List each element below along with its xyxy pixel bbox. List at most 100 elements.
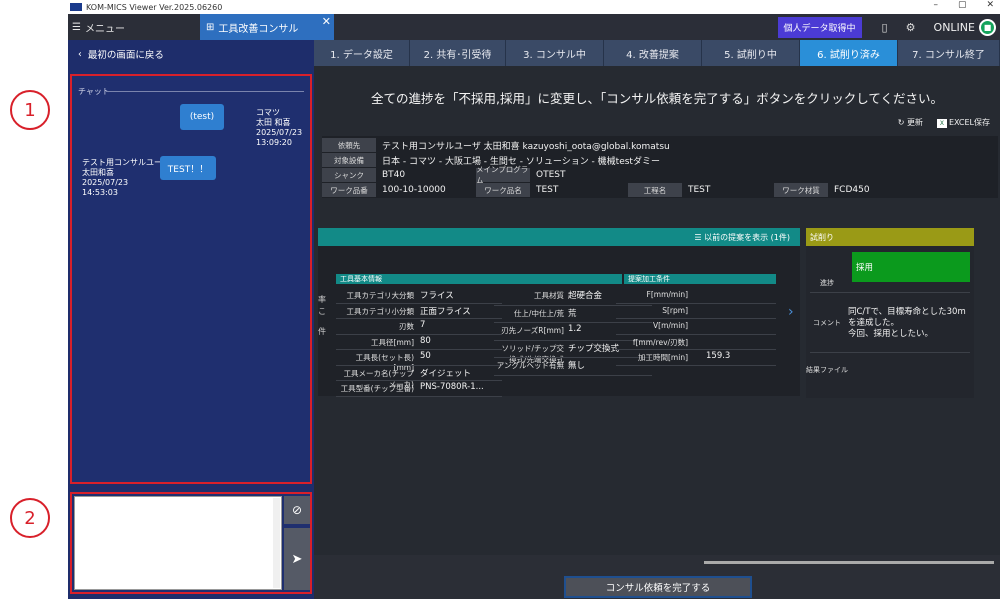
work-number-value: 100-10-10000 <box>382 185 446 195</box>
send-icon: ➤ <box>291 551 303 567</box>
chat-input-scrollbar[interactable] <box>273 498 280 588</box>
chat-name-1: 太田 和喜 <box>256 118 291 127</box>
tab-tool-consult-label: 工具改善コンサル <box>218 23 299 35</box>
basic-left-row-value: フライス <box>420 291 454 301</box>
client-value: テスト用コンサルユーザ 太田和喜 kazuyoshi_oota@global.k… <box>382 141 670 152</box>
chat-time-2: 14:53:03 <box>82 188 118 197</box>
basic-left-row-value: PNS-7080R-1... <box>420 382 484 392</box>
basic-right-row-label: 仕上/中仕上/荒 <box>513 308 564 318</box>
window-titlebar: KOM-MICS Viewer Ver.2025.06260 – ▢ ✕ <box>68 0 1000 14</box>
tab-menu-label: メニュー <box>84 23 125 35</box>
personal-data-button[interactable]: 個人データ取得中 <box>777 16 862 38</box>
trial-header: 試削り <box>806 228 974 246</box>
step-2: 2. 共有･引受待 <box>410 40 506 66</box>
cond-row-divider <box>616 364 776 366</box>
work-name-label: ワーク品名 <box>476 183 530 197</box>
step-6: 6. 試削り済み <box>800 40 898 66</box>
chat-date-1: 2025/07/23 <box>256 128 303 137</box>
refresh-label: 更新 <box>906 118 923 127</box>
step-4: 4. 改善提案 <box>604 40 702 66</box>
cond-row-divider <box>616 318 776 319</box>
chat-input-panel: ⊘ ➤ <box>70 492 312 594</box>
main-program-value: OTEST <box>536 170 566 180</box>
tab-menu[interactable]: ☰ メニュー <box>68 14 200 40</box>
basic-right-row-label: アングルヘッド有無 <box>496 361 564 370</box>
basic-right-row-value: 1.2 <box>568 324 582 334</box>
cond-row-divider <box>616 333 776 335</box>
refresh-button[interactable]: ↻ 更新 <box>898 117 923 128</box>
basic-left-row-label: 工具カテゴリ小分類 <box>346 306 415 316</box>
cond-row-value: 159.3 <box>706 351 731 361</box>
online-status-icon[interactable]: ■ <box>979 18 996 36</box>
excel-save-button[interactable]: X EXCEL保存 <box>936 117 990 128</box>
horizontal-scrollbar[interactable] <box>704 561 994 564</box>
progress-value[interactable]: 採用 <box>852 252 970 282</box>
cond-row-label: S[rpm] <box>662 305 688 315</box>
basic-left-row-label: 工具カテゴリ大分類 <box>346 291 415 300</box>
basic-right-row-label: 工具材質 <box>534 291 564 300</box>
list-icon: ☰ <box>694 232 702 242</box>
basic-left-row-divider <box>336 333 502 335</box>
basic-left-row-divider <box>336 318 502 319</box>
trial-divider-2 <box>810 352 970 353</box>
proposed-conditions-header: 提案加工条件 <box>624 274 776 284</box>
basic-left-row-label: 刃数 <box>399 322 414 331</box>
info-row-client: 依頼先 テスト用コンサルユーザ 太田和喜 kazuyoshi_oota@glob… <box>322 138 670 152</box>
chat-meta-2: テスト用コンサルユーｻ 太田和喜 2025/07/23 14:53:03 <box>82 158 166 198</box>
work-material-label: ワーク材質 <box>774 183 828 197</box>
basic-left-row-value: 正面フライス <box>420 306 471 317</box>
send-message-button[interactable]: ➤ <box>284 528 310 590</box>
basic-right-row-value: 無し <box>568 361 586 371</box>
paperclip-icon: ⊘ <box>291 503 303 517</box>
chevron-right-icon[interactable]: › <box>788 304 794 320</box>
cond-row-label: 加工時間[min] <box>638 353 688 362</box>
book-icon[interactable]: ▯ <box>872 21 898 34</box>
chat-bubble-1: (test) <box>180 104 224 130</box>
basic-info-header: 工具基本情報 <box>336 274 622 284</box>
result-file-label: 結果ファイル <box>806 366 848 374</box>
basic-left-row-value: 7 <box>420 320 426 330</box>
equipment-label: 対象設備 <box>322 153 376 167</box>
basic-left-row-divider <box>336 380 502 381</box>
basic-left-row-value: 50 <box>420 351 431 361</box>
excel-label: EXCEL保存 <box>948 118 990 127</box>
basic-right-row-value: 超硬合金 <box>568 291 603 301</box>
close-tab-icon[interactable]: ✕ <box>322 15 331 28</box>
comment-line-3: 今回、採用としたい。 <box>848 328 934 339</box>
back-to-top-link[interactable]: ‹ 最初の画面に戻る <box>68 40 314 68</box>
attach-file-button[interactable]: ⊘ <box>284 496 310 524</box>
chat-time-1: 13:09:20 <box>256 138 292 147</box>
chat-panel: チャット (test) コマツ 太田 和喜 2025/07/23 13:09:2… <box>70 74 312 484</box>
proposal-panel: ☰ 以前の提案を表示 (1件) 率 こ 件 工具基本情報 提案加工条件 工具カテ… <box>318 228 800 397</box>
basic-right-row-value: チップ交換式 <box>568 343 620 354</box>
complete-consult-button[interactable]: コンサル依頼を完了する <box>564 576 752 598</box>
basic-left-row-label: 工具径[mm] <box>371 337 414 347</box>
cond-row-label: F[mm/min] <box>646 290 688 299</box>
trial-result-row: 結果ファイル <box>806 360 848 380</box>
trial-panel: 試削り 進捗 採用 コメント 同C/Tで、目標寿命とした30m を達成した。 今… <box>806 228 974 398</box>
comment-line-2: を達成した。 <box>848 317 900 328</box>
chat-user-2: テスト用コンサルユーｻ <box>82 158 166 167</box>
show-previous-proposals-button[interactable]: ☰ 以前の提案を表示 (1件) <box>694 232 790 243</box>
step-1: 1. データ設定 <box>314 40 410 66</box>
maximize-icon[interactable]: ▢ <box>958 0 967 10</box>
window-title: KOM-MICS Viewer Ver.2025.06260 <box>86 2 223 12</box>
minimize-icon[interactable]: – <box>933 0 938 10</box>
basic-left-row-value: ダイジェット <box>420 368 472 379</box>
settings-icon[interactable]: ⚙ <box>898 21 924 34</box>
chat-date-2: 2025/07/23 <box>82 178 129 187</box>
chat-message-input[interactable] <box>74 496 282 590</box>
instruction-text: 全ての進捗を「不採用,採用」に変更し、「コンサル依頼を完了する」ボタンをクリック… <box>371 91 943 106</box>
basic-left-row-value: 80 <box>420 335 431 346</box>
footer-bar: コンサル依頼を完了する <box>314 555 1000 599</box>
refresh-icon: ↻ <box>897 118 905 127</box>
consult-info-table: 依頼先 テスト用コンサルユーザ 太田和喜 kazuyoshi_oota@glob… <box>322 136 998 198</box>
left-panel: ‹ 最初の画面に戻る チャット (test) コマツ 太田 和喜 2025/07… <box>68 40 314 599</box>
close-window-icon[interactable]: ✕ <box>986 0 994 10</box>
chat-bubble-2: TEST！！ <box>160 156 216 180</box>
shank-label: シャンク <box>322 168 376 182</box>
tab-tool-consult[interactable]: ⊞ 工具改善コンサル ✕ <box>200 14 334 40</box>
chat-meta-1: コマツ 太田 和喜 2025/07/23 13:09:20 <box>256 108 302 148</box>
main-program-label: メインプログラム <box>476 165 530 185</box>
app-root: KOM-MICS Viewer Ver.2025.06260 – ▢ ✕ ☰ メ… <box>0 0 1000 599</box>
